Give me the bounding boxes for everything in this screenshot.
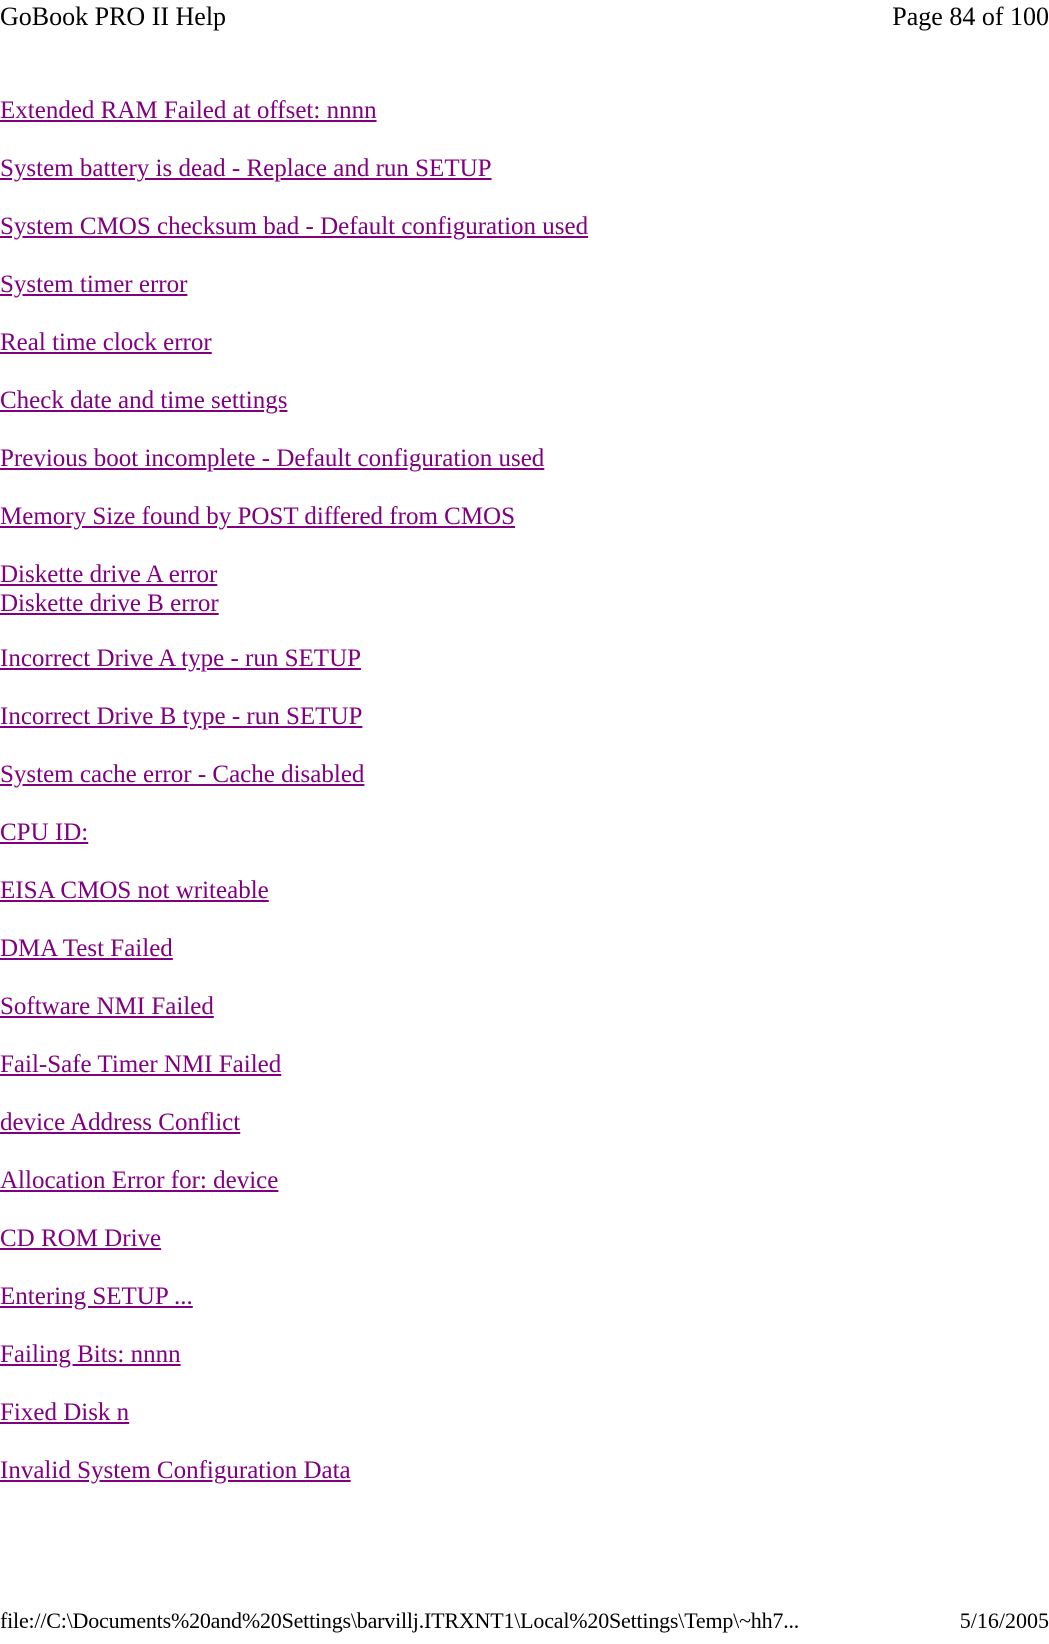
topic-link[interactable]: Fail-Safe Timer NMI Failed [0, 1051, 281, 1078]
link-paragraph: Entering SETUP ... [0, 1282, 1049, 1314]
link-paragraph: DMA Test Failed [0, 934, 1049, 966]
topic-link[interactable]: Allocation Error for: device [0, 1167, 278, 1194]
topic-link[interactable]: Software NMI Failed [0, 993, 214, 1020]
topic-link[interactable]: DMA Test Failed [0, 935, 173, 962]
topic-link[interactable]: Extended RAM Failed at offset: nnnn [0, 97, 377, 124]
topic-link[interactable]: Previous boot incomplete - Default confi… [0, 445, 544, 472]
link-paragraph: Real time clock error [0, 328, 1049, 360]
help-print-page: { "header": { "title": "GoBook PRO II He… [0, 0, 1049, 1644]
print-header: GoBook PRO II Help Page 84 of 100 [0, 0, 1049, 40]
topic-link[interactable]: CPU ID: [0, 819, 88, 846]
link-paragraph: device Address Conflict [0, 1108, 1049, 1140]
topic-link[interactable]: System battery is dead - Replace and run… [0, 155, 492, 182]
topic-link-list: Extended RAM Failed at offset: nnnn Syste… [0, 96, 1049, 1514]
topic-link[interactable]: Diskette drive A error [0, 560, 1049, 589]
link-paragraph: System cache error - Cache disabled [0, 760, 1049, 792]
link-paragraph: Software NMI Failed [0, 992, 1049, 1024]
print-footer: file://C:\Documents%20and%20Settings\bar… [0, 1606, 1049, 1636]
topic-link[interactable]: device Address Conflict [0, 1109, 240, 1136]
print-date: 5/16/2005 [959, 1608, 1049, 1633]
link-paragraph: System CMOS checksum bad - Default confi… [0, 212, 1049, 244]
topic-link[interactable]: Incorrect Drive A type - run SETUP [0, 645, 361, 672]
page-number-label: Page 84 of 100 [892, 2, 1049, 31]
topic-link[interactable]: System cache error - Cache disabled [0, 761, 364, 788]
link-paragraph: CPU ID: [0, 818, 1049, 850]
link-paragraph: Incorrect Drive B type - run SETUP [0, 702, 1049, 734]
topic-link[interactable]: EISA CMOS not writeable [0, 877, 269, 904]
link-paragraph: Fixed Disk n [0, 1398, 1049, 1430]
topic-link[interactable]: Real time clock error [0, 329, 212, 356]
topic-link[interactable]: System CMOS checksum bad - Default confi… [0, 213, 588, 240]
link-paragraph: Invalid System Configuration Data [0, 1456, 1049, 1488]
link-paragraph: System battery is dead - Replace and run… [0, 154, 1049, 186]
link-paragraph: Allocation Error for: device [0, 1166, 1049, 1198]
topic-link[interactable]: Invalid System Configuration Data [0, 1457, 351, 1484]
link-paragraph: Incorrect Drive A type - run SETUP [0, 644, 1049, 676]
link-paragraph: Extended RAM Failed at offset: nnnn [0, 96, 1049, 128]
topic-link[interactable]: Failing Bits: nnnn [0, 1341, 181, 1368]
document-title: GoBook PRO II Help [0, 2, 227, 31]
link-paragraph: Failing Bits: nnnn [0, 1340, 1049, 1372]
link-paragraph: Diskette drive A error Diskette drive B e… [0, 560, 1049, 618]
link-paragraph: EISA CMOS not writeable [0, 876, 1049, 908]
link-paragraph: CD ROM Drive [0, 1224, 1049, 1256]
topic-link[interactable]: Memory Size found by POST differed from … [0, 503, 515, 530]
topic-link[interactable]: Check date and time settings [0, 387, 287, 414]
topic-link[interactable]: Incorrect Drive B type - run SETUP [0, 703, 362, 730]
topic-link[interactable]: Fixed Disk n [0, 1399, 129, 1426]
topic-link[interactable]: System timer error [0, 271, 187, 298]
link-paragraph: System timer error [0, 270, 1049, 302]
link-paragraph: Previous boot incomplete - Default confi… [0, 444, 1049, 476]
topic-link[interactable]: Entering SETUP ... [0, 1283, 193, 1310]
topic-link[interactable]: CD ROM Drive [0, 1225, 161, 1252]
link-paragraph: Check date and time settings [0, 386, 1049, 418]
topic-link[interactable]: Diskette drive B error [0, 589, 1049, 618]
link-paragraph: Memory Size found by POST differed from … [0, 502, 1049, 534]
link-paragraph: Fail-Safe Timer NMI Failed [0, 1050, 1049, 1082]
source-file-path: file://C:\Documents%20and%20Settings\bar… [0, 1608, 800, 1633]
